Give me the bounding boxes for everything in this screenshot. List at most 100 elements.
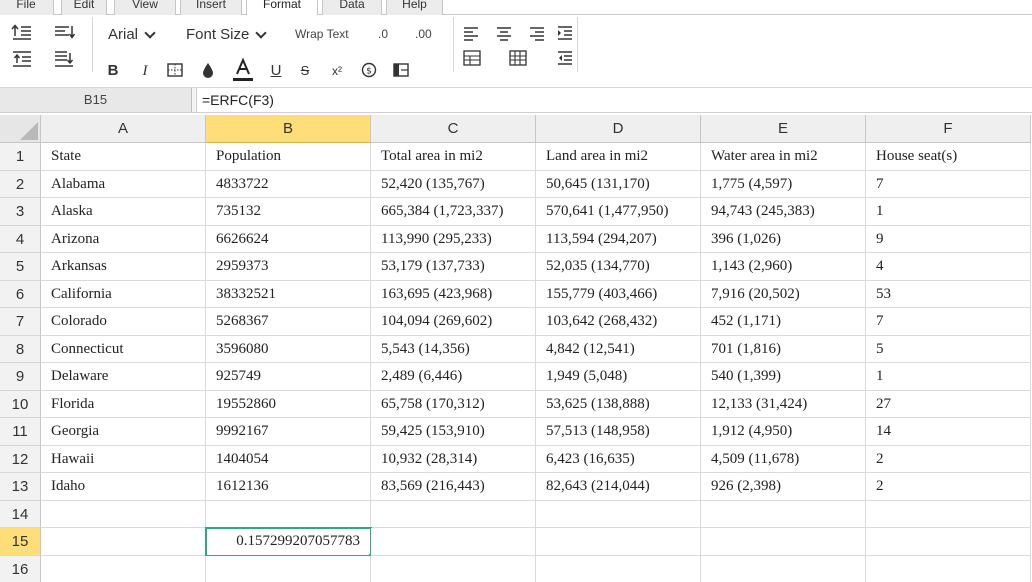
cell-e8[interactable]: 701 (1,816) xyxy=(701,335,866,363)
column-header-f[interactable]: F xyxy=(866,115,1031,143)
formula-input[interactable]: =ERFC(F3) xyxy=(196,88,1032,112)
cell-b10[interactable]: 19552860 xyxy=(206,390,371,418)
italic-button[interactable]: I xyxy=(133,59,157,83)
cell-e3[interactable]: 94,743 (245,383) xyxy=(701,198,866,226)
cell-a9[interactable]: Delaware xyxy=(41,363,206,391)
column-header-d[interactable]: D xyxy=(536,115,701,143)
cell-e9[interactable]: 540 (1,399) xyxy=(701,363,866,391)
cell-c16[interactable] xyxy=(371,555,536,582)
cell-e16[interactable] xyxy=(701,555,866,582)
cell-d9[interactable]: 1,949 (5,048) xyxy=(536,363,701,391)
cell-d13[interactable]: 82,643 (214,044) xyxy=(536,473,701,501)
cell-a14[interactable] xyxy=(41,500,206,528)
cell-d14[interactable] xyxy=(536,500,701,528)
row-header[interactable]: 16 xyxy=(0,555,41,582)
bold-button[interactable]: B xyxy=(101,59,125,83)
cell-d6[interactable]: 155,779 (403,466) xyxy=(536,280,701,308)
cell-e1[interactable]: Water area in mi2 xyxy=(701,143,866,171)
underline-button[interactable]: U xyxy=(264,59,288,83)
cell-a13[interactable]: Idaho xyxy=(41,473,206,501)
currency-icon[interactable]: $ xyxy=(360,61,378,79)
cell-a4[interactable]: Arizona xyxy=(41,225,206,253)
cell-b9[interactable]: 925749 xyxy=(206,363,371,391)
cell-c5[interactable]: 53,179 (137,733) xyxy=(371,253,536,281)
cell-f8[interactable]: 5 xyxy=(866,335,1031,363)
cell-a15[interactable] xyxy=(41,528,206,556)
cell-b1[interactable]: Population xyxy=(206,143,371,171)
cell-c15[interactable] xyxy=(371,528,536,556)
cell-d1[interactable]: Land area in mi2 xyxy=(536,143,701,171)
cell-a2[interactable]: Alabama xyxy=(41,170,206,198)
font-name-dropdown[interactable]: Arial xyxy=(108,26,156,43)
cell-a7[interactable]: Colorado xyxy=(41,308,206,336)
menu-tab-insert[interactable]: Insert xyxy=(180,0,242,15)
cell-d12[interactable]: 6,423 (16,635) xyxy=(536,445,701,473)
cell-d4[interactable]: 113,594 (294,207) xyxy=(536,225,701,253)
cell-f6[interactable]: 53 xyxy=(866,280,1031,308)
cell-b12[interactable]: 1404054 xyxy=(206,445,371,473)
cell-b4[interactable]: 6626624 xyxy=(206,225,371,253)
cell-e13[interactable]: 926 (2,398) xyxy=(701,473,866,501)
cell-c12[interactable]: 10,932 (28,314) xyxy=(371,445,536,473)
cell-f10[interactable]: 27 xyxy=(866,390,1031,418)
cell-b6[interactable]: 38332521 xyxy=(206,280,371,308)
menu-tab-help[interactable]: Help xyxy=(386,0,443,15)
cell-b15[interactable]: 0.157299207057783 xyxy=(206,528,371,556)
fill-color-icon[interactable] xyxy=(199,60,217,80)
cell-b7[interactable]: 5268367 xyxy=(206,308,371,336)
cell-e6[interactable]: 7,916 (20,502) xyxy=(701,280,866,308)
cell-b3[interactable]: 735132 xyxy=(206,198,371,226)
menu-tab-format[interactable]: Format xyxy=(246,0,318,16)
outdent-icon[interactable] xyxy=(556,49,574,67)
insert-row-icon[interactable] xyxy=(462,49,482,67)
cell-f12[interactable]: 2 xyxy=(866,445,1031,473)
cell-a12[interactable]: Hawaii xyxy=(41,445,206,473)
row-header[interactable]: 5 xyxy=(0,253,41,281)
cell-e2[interactable]: 1,775 (4,597) xyxy=(701,170,866,198)
column-header-b[interactable]: B xyxy=(206,115,371,143)
cell-a6[interactable]: California xyxy=(41,280,206,308)
row-header[interactable]: 12 xyxy=(0,445,41,473)
row-header[interactable]: 4 xyxy=(0,225,41,253)
cell-b8[interactable]: 3596080 xyxy=(206,335,371,363)
borders-icon[interactable] xyxy=(166,61,184,79)
column-header-c[interactable]: C xyxy=(371,115,536,143)
cell-e14[interactable] xyxy=(701,500,866,528)
row-header[interactable]: 13 xyxy=(0,473,41,501)
increase-indent-icon[interactable] xyxy=(11,23,33,43)
decrease-decimal-button[interactable]: .0 xyxy=(378,27,388,41)
cell-f2[interactable]: 7 xyxy=(866,170,1031,198)
cell-d5[interactable]: 52,035 (134,770) xyxy=(536,253,701,281)
row-header[interactable]: 2 xyxy=(0,170,41,198)
cell-d15[interactable] xyxy=(536,528,701,556)
cell-reference-box[interactable]: B15 xyxy=(0,88,192,112)
cell-b2[interactable]: 4833722 xyxy=(206,170,371,198)
cell-b14[interactable] xyxy=(206,500,371,528)
row-header[interactable]: 3 xyxy=(0,198,41,226)
row-header[interactable]: 6 xyxy=(0,280,41,308)
column-header-e[interactable]: E xyxy=(701,115,866,143)
cell-f4[interactable]: 9 xyxy=(866,225,1031,253)
cell-f11[interactable]: 14 xyxy=(866,418,1031,446)
column-header-a[interactable]: A xyxy=(41,115,206,143)
row-header[interactable]: 15 xyxy=(0,528,41,556)
table-grid-icon[interactable] xyxy=(508,49,528,67)
cell-c8[interactable]: 5,543 (14,356) xyxy=(371,335,536,363)
row-header[interactable]: 9 xyxy=(0,363,41,391)
font-size-dropdown[interactable]: Font Size xyxy=(186,26,268,43)
align-center-icon[interactable] xyxy=(495,24,513,42)
cell-e5[interactable]: 1,143 (2,960) xyxy=(701,253,866,281)
cell-b11[interactable]: 9992167 xyxy=(206,418,371,446)
cell-f5[interactable]: 4 xyxy=(866,253,1031,281)
increase-decimal-button[interactable]: .00 xyxy=(415,27,432,41)
cell-b13[interactable]: 1612136 xyxy=(206,473,371,501)
cell-f9[interactable]: 1 xyxy=(866,363,1031,391)
cell-a16[interactable] xyxy=(41,555,206,582)
cell-c1[interactable]: Total area in mi2 xyxy=(371,143,536,171)
cell-c4[interactable]: 113,990 (295,233) xyxy=(371,225,536,253)
indent-icon[interactable] xyxy=(556,24,574,42)
select-all-corner[interactable] xyxy=(0,115,41,143)
cell-c13[interactable]: 83,569 (216,443) xyxy=(371,473,536,501)
superscript-button[interactable]: x² xyxy=(325,59,349,83)
align-top-icon[interactable] xyxy=(11,49,33,69)
